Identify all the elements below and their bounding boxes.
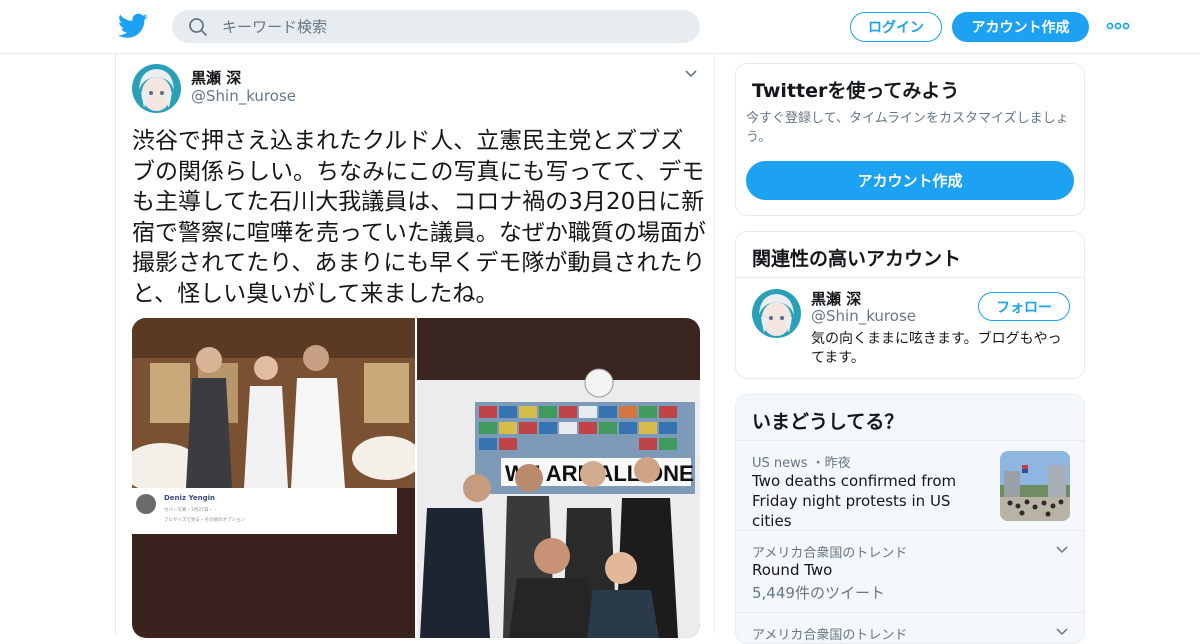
photo-card-name: Deniz Yengin	[164, 494, 215, 502]
related-avatar[interactable]	[752, 289, 801, 338]
follow-button[interactable]: フォロー	[978, 292, 1070, 321]
trends-card-title: いまどうしてる？	[752, 411, 904, 433]
author-name[interactable]: 黒瀬 深	[191, 67, 241, 88]
chevron-down-icon[interactable]	[684, 69, 698, 79]
trend-name: Round Two	[752, 561, 833, 579]
signup-button[interactable]: アカウント作成	[952, 12, 1089, 42]
related-handle[interactable]: @Shin_kurose	[811, 307, 916, 325]
related-name[interactable]: 黒瀬 深	[811, 288, 861, 309]
trend-meta: アメリカ合衆国のトレンド	[752, 628, 908, 643]
login-button[interactable]: ログイン	[850, 12, 942, 42]
tweet-text: 渋谷で押さえ込まれたクルド人、立憲民主党とズブズブの関係らしい。ちなみにこの写真…	[132, 128, 706, 307]
search-input[interactable]	[222, 10, 682, 43]
signup-card-description: 今すぐ登録して、タイムラインをカスタマイズしましょう。	[746, 111, 1069, 145]
trend-item[interactable]: アメリカ合衆国のトレンド Round Two 5,449件のツイート	[736, 530, 1084, 612]
trends-card: いまどうしてる？ US news ・昨夜 Two deaths confirme…	[735, 394, 1085, 644]
search-box	[172, 10, 700, 43]
trend-headline: Two deaths confirmed from Friday night p…	[752, 472, 957, 530]
twitter-bird-icon[interactable]	[118, 12, 148, 40]
trend-item[interactable]: アメリカ合衆国のトレンド	[736, 612, 1084, 643]
signup-card: Twitterを使ってみよう 今すぐ登録して、タイムラインをカスタマイズしましょ…	[735, 63, 1085, 216]
chevron-down-icon[interactable]	[1056, 546, 1068, 554]
tweet-photo-left[interactable]: Deniz Yengin カバー写真・3月27日・ フルサイズで見る・その他のオ…	[132, 318, 415, 638]
top-navigation-bar: ログイン アカウント作成	[0, 0, 1200, 54]
signup-card-title: Twitterを使ってみよう	[752, 80, 960, 102]
photo-card-sub: カバー写真・3月27日・	[164, 506, 213, 513]
signup-card-button[interactable]: アカウント作成	[746, 161, 1074, 200]
trend-item[interactable]: US news ・昨夜 Two deaths confirmed from Fr…	[736, 440, 1084, 530]
related-bio: 気の向くままに呟きます。ブログもやってます。	[811, 331, 1062, 366]
author-handle[interactable]: @Shin_kurose	[191, 87, 296, 105]
trend-meta: US news ・昨夜	[752, 456, 851, 471]
photo-card-sub2: フルサイズで見る・その他のオプション	[164, 516, 245, 523]
author-avatar[interactable]	[132, 64, 181, 113]
search-icon	[189, 18, 207, 36]
trend-tweet-count: 5,449件のツイート	[752, 584, 885, 602]
trend-meta: アメリカ合衆国のトレンド	[752, 546, 908, 561]
more-dots-icon[interactable]	[1106, 20, 1130, 32]
tweet-card: 黒瀬 深 @Shin_kurose 渋谷で押さえ込まれたクルド人、立憲民主党とズ…	[115, 54, 715, 638]
chevron-down-icon[interactable]	[1056, 628, 1068, 636]
related-card-title: 関連性の高いアカウント	[752, 248, 962, 270]
trend-thumbnail	[1000, 451, 1070, 521]
related-accounts-card: 関連性の高いアカウント 黒瀬 深 @Shin_kurose フォロー 気の向くま…	[735, 231, 1085, 379]
tweet-photo-right[interactable]: WE ARE ALL ONE	[417, 318, 700, 638]
divider	[736, 277, 1084, 278]
